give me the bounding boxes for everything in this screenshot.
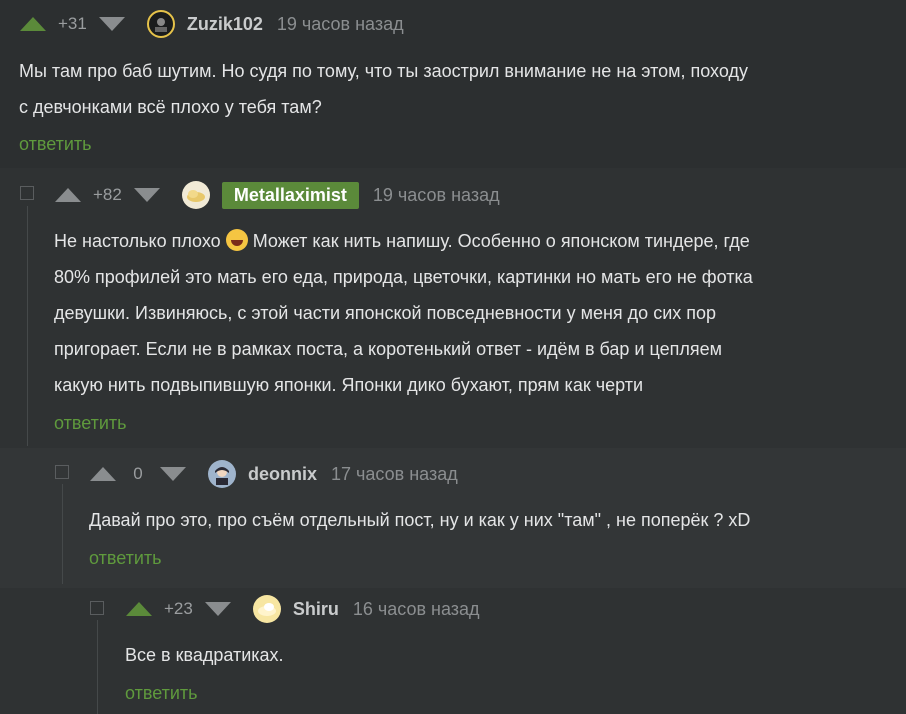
thread-line[interactable] <box>97 620 98 714</box>
comment-time[interactable]: 19 часов назад <box>373 185 500 206</box>
thread-line[interactable] <box>27 206 28 446</box>
comment-header: +82 Metallaximist 19 часов назад <box>55 181 500 209</box>
author-name[interactable]: Metallaximist <box>221 181 359 209</box>
comment-line: пригорает. Если не в рамках поста, а кор… <box>54 339 722 359</box>
upvote-icon[interactable] <box>126 602 152 616</box>
comment-time[interactable]: 17 часов назад <box>331 464 458 485</box>
comment-text: Не настолько плохо Может как нить напишу… <box>54 223 753 403</box>
author-name[interactable]: Shiru <box>293 599 339 620</box>
avatar[interactable] <box>252 595 281 623</box>
author-name[interactable]: deonnix <box>248 464 317 485</box>
reply-button[interactable]: ответить <box>125 683 198 704</box>
downvote-icon[interactable] <box>160 467 186 481</box>
upvote-icon[interactable] <box>55 188 81 202</box>
comment-time[interactable]: 16 часов назад <box>353 599 480 620</box>
comment-zuzik102: +31 Zuzik102 19 часов назад Мы там про б… <box>0 0 906 168</box>
reply-button[interactable]: ответить <box>19 134 92 155</box>
avatar[interactable] <box>208 460 236 488</box>
comment-line-start: Не настолько плохо <box>54 231 221 251</box>
comment-deonnix: 0 deonnix 17 часов назад Давай про это, … <box>0 448 906 588</box>
comment-line: 80% профилей это мать его еда, природа, … <box>54 267 753 287</box>
comment-line: с девчонками всё плохо у тебя там? <box>19 97 322 117</box>
upvote-icon[interactable] <box>90 467 116 481</box>
author-name[interactable]: Zuzik102 <box>187 14 263 35</box>
comment-line: Все в квадратиках. <box>125 645 284 665</box>
comment-line-end: Может как нить напишу. Особенно о японск… <box>252 231 750 251</box>
comment-text: Мы там про баб шутим. Но судя по тому, ч… <box>19 53 748 125</box>
comment-header: +23 Shiru 16 часов назад <box>126 595 480 623</box>
reply-button[interactable]: ответить <box>89 548 162 569</box>
comment-score: +23 <box>164 599 193 618</box>
collapse-toggle[interactable] <box>90 601 104 615</box>
avatar[interactable] <box>181 181 210 209</box>
downvote-icon[interactable] <box>98 17 125 31</box>
comment-time[interactable]: 19 часов назад <box>277 14 404 35</box>
comment-line: какую нить подвыпившую японки. Японки ди… <box>54 375 644 395</box>
comment-line: Не настолько плохо Может как нить напишу… <box>54 223 753 259</box>
grinning-emoji-icon <box>225 229 248 251</box>
avatar-image-icon <box>257 603 276 616</box>
comment-text: Все в квадратиках. <box>125 637 284 673</box>
comment-header: +31 Zuzik102 19 часов назад <box>20 10 404 38</box>
comment-metallaximist: +82 Metallaximist 19 часов назад Не наст… <box>0 168 906 448</box>
comment-shiru: +23 Shiru 16 часов назад Все в квадратик… <box>0 588 906 714</box>
comment-score: 0 <box>133 464 143 483</box>
avatar-image-icon <box>186 190 205 202</box>
avatar-image-icon <box>215 467 229 485</box>
downvote-icon[interactable] <box>204 602 231 616</box>
reply-button[interactable]: ответить <box>54 413 127 434</box>
comment-score: +31 <box>58 14 87 33</box>
comment-line: Давай про это, про съём отдельный пост, … <box>89 510 751 530</box>
collapse-toggle[interactable] <box>20 186 34 200</box>
comment-header: 0 deonnix 17 часов назад <box>90 460 458 488</box>
thread-line[interactable] <box>62 484 63 584</box>
comment-text: Давай про это, про съём отдельный пост, … <box>89 502 750 538</box>
collapse-toggle[interactable] <box>55 465 69 479</box>
comment-line: девушки. Извиняюсь, с этой части японско… <box>54 303 717 323</box>
avatar-image-icon <box>154 18 167 32</box>
comment-line: Мы там про баб шутим. Но судя по тому, ч… <box>19 61 748 81</box>
upvote-icon[interactable] <box>20 17 46 31</box>
comment-score: +82 <box>93 185 122 204</box>
downvote-icon[interactable] <box>133 188 160 202</box>
avatar[interactable] <box>146 10 175 38</box>
